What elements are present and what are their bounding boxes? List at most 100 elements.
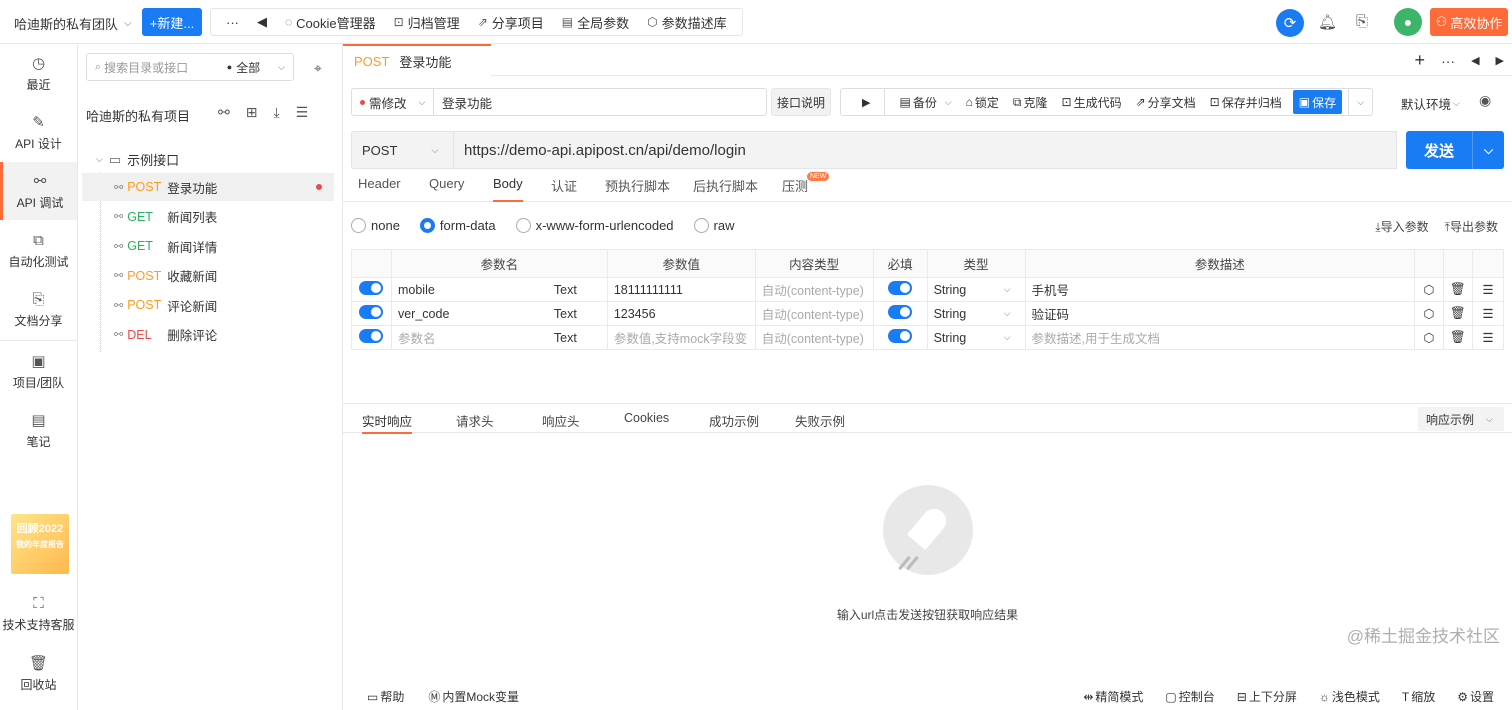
clone-button[interactable]: ⧉ 克隆 xyxy=(1006,94,1055,111)
radio-none[interactable]: none xyxy=(351,218,400,233)
gen-code-button[interactable]: ⊡ 生成代码 xyxy=(1055,94,1129,111)
drag-handle-icon[interactable]: ☰ xyxy=(1471,277,1505,302)
tab-login[interactable]: POST 登录功能 xyxy=(343,44,491,76)
more-menu-button[interactable]: ··· xyxy=(217,15,248,30)
api-doc-button[interactable]: 接口说明 xyxy=(771,88,831,116)
avatar[interactable]: ● xyxy=(1394,8,1422,36)
back-button[interactable]: ◀ xyxy=(248,14,276,30)
footer-button[interactable]: T 缩放 xyxy=(1402,688,1435,705)
drag-handle-icon[interactable]: ☰ xyxy=(1471,301,1505,326)
response-tab[interactable]: 成功示例 xyxy=(709,411,759,434)
type-cell[interactable]: String ⌵ xyxy=(926,301,1026,326)
save-menu-button[interactable]: ⌵ xyxy=(1349,97,1372,108)
param-value-cell[interactable]: 参数值,支持mock字段变 xyxy=(606,325,756,350)
param-desc-cell[interactable]: 验证码 xyxy=(1024,301,1415,326)
share-doc-button[interactable]: ⇗ 分享文档 xyxy=(1129,94,1203,111)
save-button[interactable]: ▣ 保存 xyxy=(1292,90,1343,114)
response-tab[interactable]: 实时响应 xyxy=(362,411,413,434)
folder-node[interactable]: ⌵ ▭ 示例接口 xyxy=(96,150,179,169)
required-toggle[interactable] xyxy=(888,305,913,319)
response-tab[interactable]: 失败示例 xyxy=(795,411,845,434)
rail-item-recycle[interactable]: 🗑 回收站 xyxy=(0,644,77,702)
rail-item-api-design[interactable]: ✎ API 设计 xyxy=(0,103,77,161)
annual-report-banner[interactable]: 回顾2022 我的年度报告 xyxy=(11,514,69,574)
team-switcher[interactable]: 哈迪斯的私有团队 ⌵ xyxy=(14,14,132,33)
radio-raw[interactable]: raw xyxy=(693,218,735,233)
param-desc-cell[interactable]: 手机号 xyxy=(1024,277,1415,302)
rail-item-notes[interactable]: ▤ 笔记 xyxy=(0,401,77,459)
trash-icon[interactable]: 🗑 xyxy=(1442,301,1473,326)
api-item[interactable]: ⚯ POST 登录功能 xyxy=(82,173,334,201)
api-item[interactable]: ⚯ POST 评论新闻 xyxy=(82,291,334,319)
radio-form-data[interactable]: form-data xyxy=(419,218,496,233)
notepad-icon[interactable]: ⎘ xyxy=(1356,13,1368,30)
footer-button[interactable]: ⊟ 上下分屏 xyxy=(1237,688,1297,705)
arrow-left-icon[interactable]: ◀ xyxy=(1471,54,1479,67)
enable-toggle[interactable] xyxy=(359,329,384,343)
bell-icon[interactable]: 🔔︎ xyxy=(1318,13,1337,31)
tab-body[interactable]: Body xyxy=(493,176,523,202)
backup-button[interactable]: ▤ 备份 ⌵ xyxy=(885,94,958,111)
tab-预执行脚本[interactable]: 预执行脚本 xyxy=(605,176,670,202)
add-folder-icon[interactable]: ⊞ xyxy=(246,104,258,121)
param-name-cell[interactable]: 参数名 Text xyxy=(390,325,608,350)
rail-item-support[interactable]: ⛶ 技术支持客服 xyxy=(0,585,77,643)
footer-button[interactable]: ⇹ 精简模式 xyxy=(1083,688,1143,705)
rail-item-recent[interactable]: ◷ 最近 xyxy=(0,44,77,102)
content-type-cell[interactable]: 自动(content-type) xyxy=(754,277,874,302)
status-select[interactable]: 需修改 ⌵ xyxy=(351,88,433,116)
param-name-cell[interactable]: ver_code Text xyxy=(390,301,608,326)
field-type[interactable]: Text xyxy=(554,283,577,297)
rail-item-doc-share[interactable]: ⎘ 文档分享 xyxy=(0,281,77,339)
play-icon[interactable]: ▶ xyxy=(855,96,884,109)
rail-item-project-team[interactable]: ▣ 项目/团队 xyxy=(0,342,77,400)
trash-icon[interactable]: 🗑 xyxy=(1442,325,1473,350)
save-archive-button[interactable]: ⊡ 保存并归档 xyxy=(1203,94,1289,111)
search-input[interactable]: ⌕ 搜索目录或接口 ● 全部 ⌵ xyxy=(86,53,294,81)
top-nav-item[interactable]: ⇗ 分享项目 xyxy=(469,13,553,32)
chevron-down-icon[interactable]: ⌵ xyxy=(1472,131,1504,169)
param-value-cell[interactable]: 18111111111 xyxy=(606,277,756,302)
locate-icon[interactable]: ⌖ xyxy=(314,60,322,77)
type-cell[interactable]: String ⌵ xyxy=(926,325,1026,350)
param-value-cell[interactable]: 123456 xyxy=(606,301,756,326)
drag-handle-icon[interactable]: ☰ xyxy=(1471,325,1505,350)
method-select[interactable]: POST ⌵ xyxy=(351,131,453,169)
lock-button[interactable]: ⌂ 锁定 xyxy=(959,94,1006,111)
cube-icon[interactable]: ⬡ xyxy=(1413,325,1444,350)
trash-icon[interactable]: 🗑 xyxy=(1442,277,1473,302)
type-cell[interactable]: String ⌵ xyxy=(926,277,1026,302)
environment-select[interactable]: 默认环境 ⌵ xyxy=(1401,94,1460,113)
api-item[interactable]: ⚯ POST 收藏新闻 xyxy=(82,262,334,290)
content-type-cell[interactable]: 自动(content-type) xyxy=(754,301,874,326)
top-nav-item[interactable]: ◌ Cookie管理器 xyxy=(276,13,385,32)
eye-icon[interactable]: ◉ xyxy=(1479,92,1491,109)
footer-button[interactable]: ▭ 帮助 xyxy=(367,688,404,705)
param-name-cell[interactable]: mobile Text xyxy=(390,277,608,302)
enable-toggle[interactable] xyxy=(359,281,384,295)
response-example-select[interactable]: 响应示例 ⌵ xyxy=(1418,407,1504,431)
arrow-right-icon[interactable]: ▶ xyxy=(1496,54,1504,67)
api-item[interactable]: ⚯ GET 新闻列表 xyxy=(82,203,334,231)
import-icon[interactable]: ⤓ xyxy=(273,104,279,121)
radio-x-www-form-urlencoded[interactable]: x-www-form-urlencoded xyxy=(515,218,674,233)
field-type[interactable]: Text xyxy=(554,307,577,321)
response-tab[interactable]: 响应头 xyxy=(542,411,580,434)
export-params-button[interactable]: ⤒导出参数 xyxy=(1445,218,1498,235)
top-nav-item[interactable]: ⊡ 归档管理 xyxy=(385,13,469,32)
response-tab[interactable]: 请求头 xyxy=(456,411,494,434)
field-type[interactable]: Text xyxy=(554,331,577,345)
tab-后执行脚本[interactable]: 后执行脚本 xyxy=(693,176,758,202)
api-item[interactable]: ⚯ DEL 删除评论 xyxy=(82,321,334,349)
top-nav-item[interactable]: ▤ 全局参数 xyxy=(553,13,638,32)
more-icon[interactable]: ··· xyxy=(1441,53,1455,69)
param-desc-cell[interactable]: 参数描述,用于生成文档 xyxy=(1024,325,1415,350)
tab-认证[interactable]: 认证 xyxy=(551,176,577,202)
new-button[interactable]: +新建... xyxy=(142,8,202,36)
send-button[interactable]: 发送 ⌵ xyxy=(1406,131,1504,169)
filter-select[interactable]: ● 全部 ⌵ xyxy=(227,59,285,76)
import-params-button[interactable]: ⤓导入参数 xyxy=(1375,218,1428,235)
required-toggle[interactable] xyxy=(888,281,913,295)
api-name-input[interactable]: 登录功能 xyxy=(433,88,767,116)
required-toggle[interactable] xyxy=(888,329,913,343)
